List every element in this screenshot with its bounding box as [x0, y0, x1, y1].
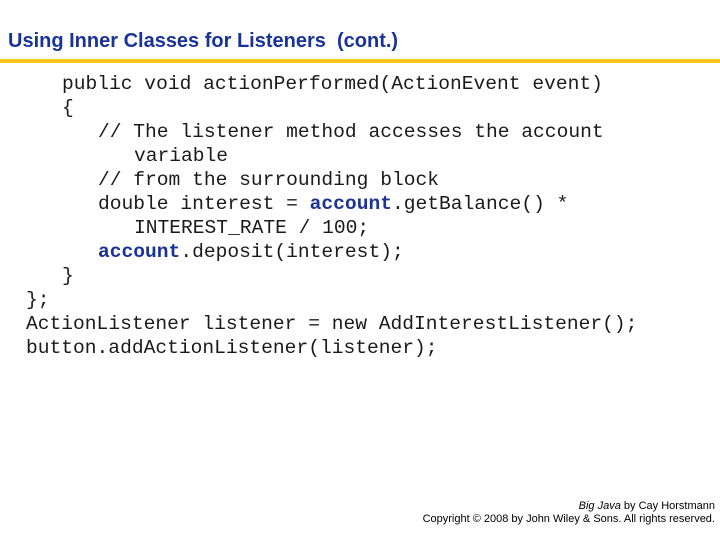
code-text: variable	[134, 145, 229, 167]
code-text: public void actionPerformed(ActionEvent …	[62, 73, 603, 95]
code-text: // The listener method accesses the acco…	[98, 121, 604, 143]
code-line: // from the surrounding block	[0, 168, 637, 192]
copyright-notice: Copyright © 2008 by John Wiley & Sons. A…	[422, 513, 715, 525]
code-line: INTEREST_RATE / 100;	[0, 216, 637, 240]
book-title: Big Java	[578, 500, 621, 512]
code-text: double interest =	[98, 193, 310, 215]
footer: Big Java by Cay Horstmann Copyright © 20…	[423, 500, 715, 526]
code-line: variable	[0, 144, 637, 168]
footer-attribution: Big Java by Cay Horstmann	[423, 500, 715, 513]
code-text: {	[62, 97, 74, 119]
code-text: };	[26, 289, 50, 311]
code-text: // from the surrounding block	[98, 169, 439, 191]
code-line: }	[0, 264, 637, 288]
code-identifier-highlight: account	[98, 241, 181, 263]
code-line: };	[0, 288, 637, 312]
code-line: // The listener method accesses the acco…	[0, 120, 637, 144]
byline: by Cay Horstmann	[620, 500, 715, 512]
code-line: account.deposit(interest);	[0, 240, 637, 264]
title-underline-rule	[0, 59, 720, 63]
code-text: .deposit(interest);	[180, 241, 404, 263]
code-text: button.addActionListener(listener);	[26, 337, 438, 359]
code-line: public void actionPerformed(ActionEvent …	[0, 72, 637, 96]
code-block: public void actionPerformed(ActionEvent …	[0, 72, 637, 360]
code-text: .getBalance() *	[391, 193, 569, 215]
code-line: double interest = account.getBalance() *	[0, 192, 637, 216]
code-line: ActionListener listener = new AddInteres…	[0, 312, 637, 336]
code-text: INTEREST_RATE / 100;	[134, 217, 370, 239]
code-identifier-highlight: account	[309, 193, 392, 215]
slide-title: Using Inner Classes for Listeners (cont.…	[8, 30, 399, 52]
code-text: ActionListener listener = new AddInteres…	[26, 313, 638, 335]
code-line: {	[0, 96, 637, 120]
code-text: }	[62, 265, 74, 287]
code-line: button.addActionListener(listener);	[0, 336, 637, 360]
